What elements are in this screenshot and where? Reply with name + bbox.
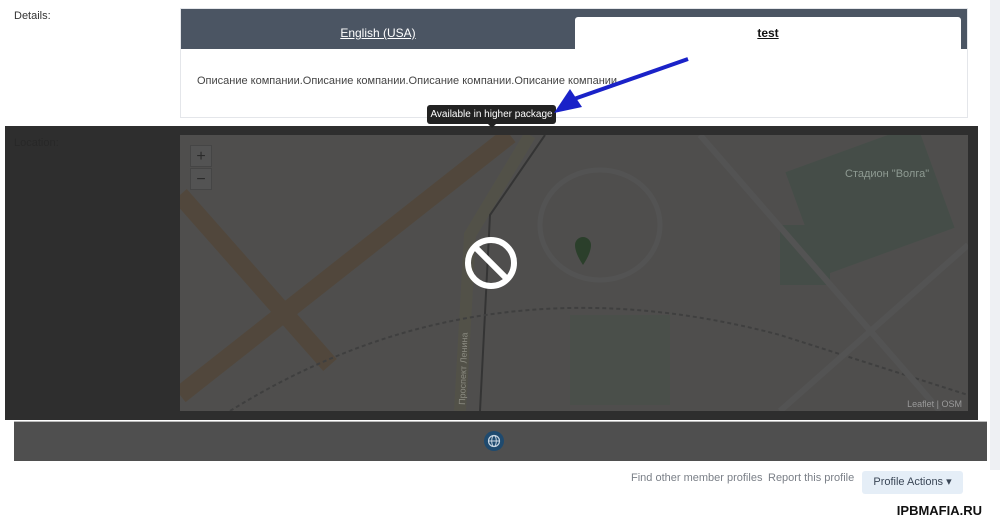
scrollbar-track[interactable] bbox=[990, 0, 1000, 470]
profile-actions-button[interactable]: Profile Actions ▾ bbox=[862, 471, 963, 494]
block-icon bbox=[465, 237, 517, 289]
find-other-profiles-link[interactable]: Find other member profiles bbox=[631, 472, 762, 484]
tab-test[interactable]: test bbox=[575, 17, 961, 49]
map-attribution[interactable]: Leaflet | OSM bbox=[905, 399, 964, 409]
annotation-arrow-icon bbox=[554, 57, 689, 113]
map-label-avenue: Проспект Ленина bbox=[457, 332, 470, 405]
tab-bar: English (USA) test bbox=[181, 9, 967, 49]
map-labels-layer: Стадион "Волга" Проспект Ленина bbox=[457, 168, 929, 405]
globe-icon[interactable] bbox=[483, 430, 505, 452]
tooltip-pointer bbox=[488, 124, 496, 128]
location-label: Location: bbox=[14, 137, 59, 149]
report-profile-link[interactable]: Report this profile bbox=[768, 472, 854, 484]
details-label: Details: bbox=[14, 10, 51, 22]
tooltip: Available in higher package bbox=[427, 105, 556, 124]
watermark: IPBMAFIA.RU bbox=[896, 503, 982, 518]
map-label-stadium: Стадион "Волга" bbox=[845, 168, 929, 180]
contact-bar bbox=[14, 421, 987, 461]
tab-english-usa[interactable]: English (USA) bbox=[181, 17, 575, 49]
map[interactable]: + − Стадион "Волга" Проспект Ленина Leaf… bbox=[180, 135, 968, 411]
